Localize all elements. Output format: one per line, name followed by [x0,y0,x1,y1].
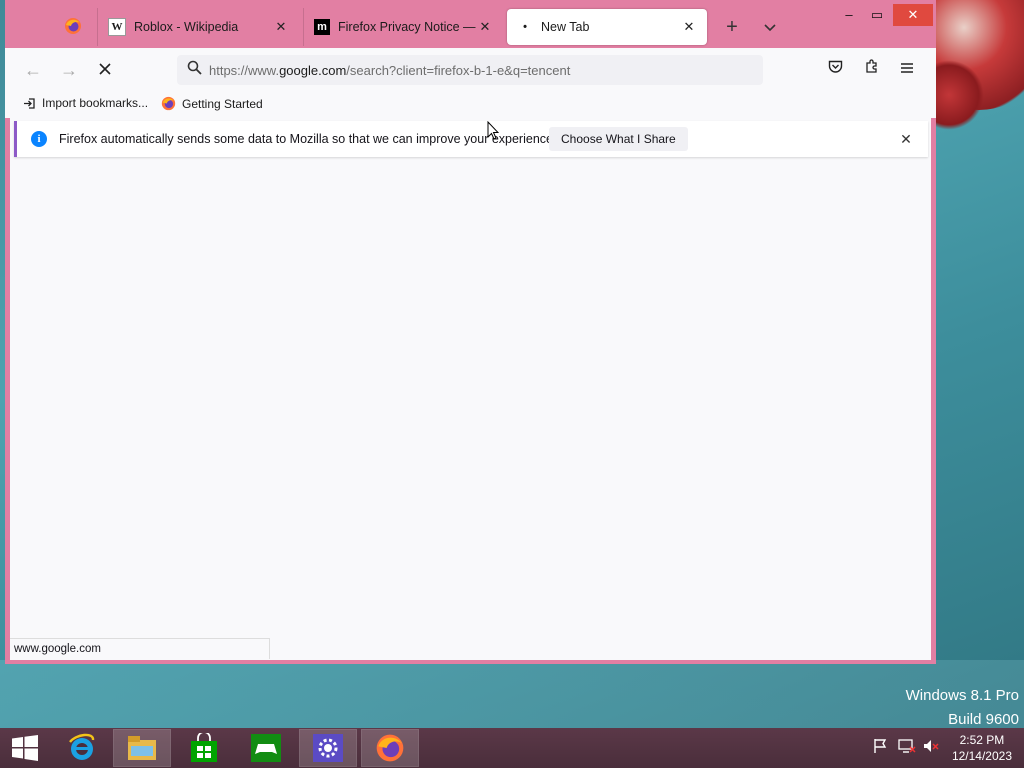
mouse-cursor-icon [487,120,500,146]
bookmark-getting-started[interactable]: Getting Started [161,96,263,111]
system-clock[interactable]: 2:52 PM 12/14/2023 [952,732,1012,764]
data-collection-notification: i Firefox automatically sends some data … [14,121,928,157]
import-icon [23,97,36,110]
tab-label: Firefox Privacy Notice — Mozilla [338,20,477,34]
tab-bar: W Roblox - Wikipedia ✕ m Firefox Privacy… [5,0,936,48]
firefox-icon [64,17,82,38]
wikipedia-icon: W [108,18,126,36]
tab-label: Roblox - Wikipedia [134,20,239,34]
pocket-icon [828,60,842,73]
taskbar-store[interactable] [176,730,232,766]
minimize-button[interactable]: – [835,4,863,26]
close-icon [99,63,111,75]
start-button[interactable] [0,730,50,766]
list-all-tabs-button[interactable] [757,14,783,40]
chevron-down-icon [764,24,776,32]
page-content: i Firefox automatically sends some data … [10,118,931,660]
action-center-flag-icon[interactable] [872,738,888,757]
network-icon[interactable] [898,738,916,757]
stop-loading-button[interactable] [91,56,119,84]
file-explorer-icon [128,736,156,760]
close-icon[interactable]: ✕ [896,129,916,149]
menu-button[interactable] [893,56,921,84]
loading-dot-icon: • [523,21,527,33]
close-tab-icon[interactable]: ✕ [681,19,697,35]
games-icon [251,734,281,762]
taskbar-file-explorer[interactable] [113,729,171,767]
forward-button[interactable]: → [55,56,83,84]
firefox-icon [161,96,176,111]
watermark-edition: Windows 8.1 Pro [905,687,1019,704]
puzzle-icon [865,59,877,73]
tab-label: New Tab [541,20,590,34]
taskbar-internet-explorer[interactable] [54,730,110,766]
url-path: /search?client=firefox-b-1-e&q=tencent [346,62,571,78]
url-prefix: https://www. [209,62,280,78]
close-tab-icon[interactable]: ✕ [477,19,493,35]
bookmarks-toolbar: Import bookmarks... Getting Started [5,90,936,118]
firefox-window: W Roblox - Wikipedia ✕ m Firefox Privacy… [5,0,936,664]
info-icon: i [31,131,47,147]
volume-muted-icon[interactable] [922,738,940,757]
close-tab-icon[interactable]: ✕ [273,19,289,35]
clock-time: 2:52 PM [959,733,1005,747]
extensions-button[interactable] [857,56,885,84]
back-button[interactable]: ← [19,56,47,84]
url-text[interactable]: https://www.google.com/search?client=fir… [209,63,570,78]
desktop-highlight [0,660,1024,730]
hamburger-menu-icon [901,63,913,73]
navigation-toolbar: ← → https://www.google.com/search?client… [5,48,936,90]
windows-watermark: Windows 8.1 Pro Build 9600 [906,684,1019,732]
settings-icon [313,734,343,762]
store-icon [191,733,217,762]
taskbar-games[interactable] [238,730,294,766]
tab-firefox-view[interactable] [53,8,93,46]
taskbar-firefox[interactable] [361,729,419,767]
notification-text: Firefox automatically sends some data to… [59,132,557,146]
start-icon [12,735,38,761]
pocket-button[interactable] [821,56,849,84]
taskbar-settings[interactable] [299,729,357,767]
search-icon [179,60,209,80]
maximize-button[interactable]: ▭ [863,4,891,26]
clock-date: 12/14/2023 [951,749,1012,763]
mozilla-icon: m [314,19,330,35]
tab-new-tab[interactable]: • New Tab ✕ [507,9,707,45]
taskbar: 2:52 PM 12/14/2023 [0,728,1024,768]
tab-roblox-wikipedia[interactable]: W Roblox - Wikipedia ✕ [97,8,299,46]
close-window-button[interactable]: ✕ [893,4,933,26]
url-host: google.com [279,62,347,78]
status-url: www.google.com [10,638,270,659]
tab-firefox-privacy-notice[interactable]: m Firefox Privacy Notice — Mozilla ✕ [303,8,503,46]
firefox-icon [376,734,404,762]
choose-what-i-share-button[interactable]: Choose What I Share [549,127,688,151]
new-tab-button[interactable]: + [719,14,745,40]
bookmark-label: Import bookmarks... [42,96,149,110]
bookmark-label: Getting Started [182,96,263,111]
internet-explorer-icon [69,733,95,760]
url-bar[interactable]: https://www.google.com/search?client=fir… [177,55,763,85]
bookmark-import[interactable]: Import bookmarks... [23,96,148,110]
